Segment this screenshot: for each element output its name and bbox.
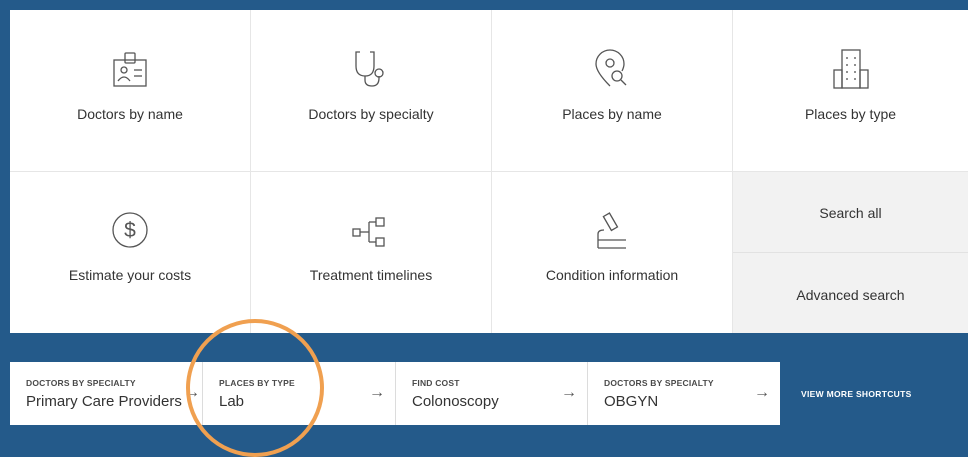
arrow-right-icon: → [184,384,200,401]
dollar-circle-icon: $ [112,212,148,248]
shortcut-category: DOCTORS BY SPECIALTY [26,378,136,388]
shortcut-category: FIND COST [412,378,460,388]
shortcut-value: Primary Care Providers [26,393,182,410]
shortcut-obgyn[interactable]: DOCTORS BY SPECIALTY OBGYN → [588,362,780,425]
doctors-by-specialty-label: Doctors by specialty [308,106,434,122]
arrow-right-icon: → [369,384,385,401]
shortcuts-bar: DOCTORS BY SPECIALTY Primary Care Provid… [10,362,780,425]
shortcut-value: OBGYN [604,393,659,410]
shortcut-value: Lab [219,393,245,410]
id-badge-icon [113,52,147,87]
condition-information-tile[interactable]: Condition information [492,172,733,333]
treatment-timelines-tile[interactable]: Treatment timelines [251,172,492,333]
shortcut-value: Colonoscopy [412,393,499,410]
places-by-name-tile[interactable]: Places by name [492,10,733,172]
stethoscope-icon [355,51,384,87]
arrow-right-icon: → [561,384,577,401]
building-icon [832,49,869,89]
view-more-shortcuts-link[interactable]: VIEW MORE SHORTCUTS [780,362,968,425]
shortcut-primary-care[interactable]: DOCTORS BY SPECIALTY Primary Care Provid… [10,362,203,425]
microscope-icon [597,212,626,249]
search-all-button[interactable]: Search all [733,172,968,253]
shortcut-lab[interactable]: PLACES BY TYPE Lab → [203,362,396,425]
search-options-grid: Doctors by name Doctors by specialty Pla… [10,10,968,333]
doctors-by-specialty-tile[interactable]: Doctors by specialty [251,10,492,172]
places-by-name-label: Places by name [562,106,662,122]
advanced-search-label: Advanced search [796,287,905,303]
flow-tree-icon [352,217,385,247]
search-all-label: Search all [819,205,882,221]
shortcut-category: PLACES BY TYPE [219,378,295,388]
places-by-type-tile[interactable]: Places by type [733,10,968,172]
shortcut-category: DOCTORS BY SPECIALTY [604,378,714,388]
doctors-by-name-label: Doctors by name [77,106,183,122]
estimate-costs-tile[interactable]: $ Estimate your costs [10,172,251,333]
estimate-costs-label: Estimate your costs [68,267,192,283]
doctors-by-name-tile[interactable]: Doctors by name [10,10,251,172]
condition-information-label: Condition information [545,267,679,283]
shortcut-colonoscopy[interactable]: FIND COST Colonoscopy → [396,362,588,425]
treatment-timelines-label: Treatment timelines [309,267,433,283]
location-search-icon [595,49,627,87]
places-by-type-label: Places by type [804,106,897,122]
svg-text:$: $ [124,219,136,242]
view-more-label: VIEW MORE SHORTCUTS [801,389,912,399]
arrow-right-icon: → [754,384,770,401]
advanced-search-button[interactable]: Advanced search [733,253,968,333]
